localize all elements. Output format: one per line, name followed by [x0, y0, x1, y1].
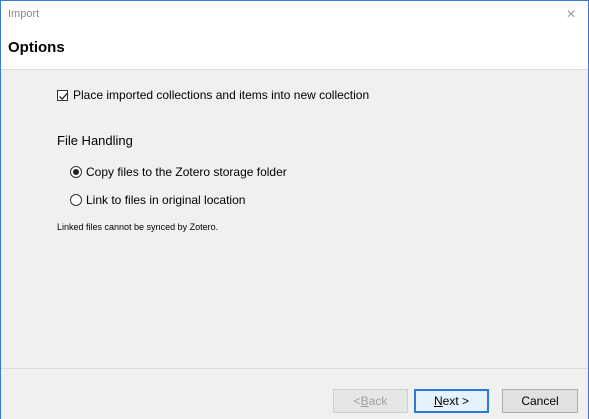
radio-link-button[interactable]: [70, 194, 82, 206]
import-dialog: Import × Options Place imported collecti…: [0, 0, 589, 419]
next-rest: ext >: [442, 394, 470, 408]
next-button[interactable]: Next >: [414, 389, 489, 413]
cancel-button[interactable]: Cancel: [502, 389, 578, 413]
radio-copy-files[interactable]: Copy files to the Zotero storage folder: [70, 165, 287, 179]
sync-note: Linked files cannot be synced by Zotero.: [57, 222, 219, 232]
back-rest: ack: [368, 394, 388, 408]
window-title: Import: [8, 8, 40, 20]
page-title: Options: [8, 39, 65, 56]
new-collection-checkbox[interactable]: [57, 89, 68, 101]
new-collection-option[interactable]: Place imported collections and items int…: [57, 88, 369, 102]
options-header: Options: [1, 29, 588, 70]
title-bar: Import ×: [1, 1, 588, 29]
options-panel: Place imported collections and items int…: [1, 70, 588, 367]
back-button[interactable]: < Back: [333, 389, 408, 413]
radio-copy-label: Copy files to the Zotero storage folder: [86, 165, 287, 179]
radio-link-label: Link to files in original location: [86, 193, 246, 207]
file-handling-heading: File Handling: [57, 133, 133, 148]
next-mnemonic: N: [433, 394, 443, 408]
checkmark-icon: [59, 92, 68, 100]
radio-copy-button[interactable]: [70, 166, 82, 178]
radio-link-files[interactable]: Link to files in original location: [70, 193, 245, 207]
back-prefix: <: [353, 394, 361, 408]
dialog-footer: < Back Next > Cancel: [1, 368, 588, 419]
new-collection-label: Place imported collections and items int…: [73, 88, 370, 102]
back-mnemonic: B: [360, 394, 369, 408]
close-icon[interactable]: ×: [554, 1, 588, 29]
